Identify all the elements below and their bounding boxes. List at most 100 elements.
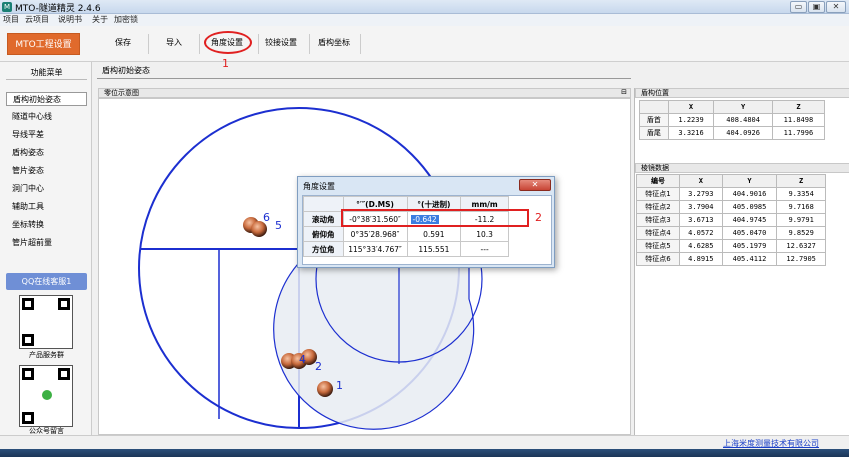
point-label-2: 2	[315, 360, 322, 373]
minimize-button[interactable]: ▭	[790, 1, 807, 13]
table-cell[interactable]: 3.2793	[678, 187, 723, 201]
table-cell[interactable]: 4.0572	[678, 226, 723, 240]
table-cell[interactable]: 3.7904	[678, 200, 723, 214]
menu-cloud-project[interactable]: 云项目	[25, 14, 49, 26]
table-cell[interactable]: 4.6285	[678, 239, 723, 253]
azimuth-dms-cell[interactable]: 115°33′4.767″	[342, 241, 408, 257]
sidebar-item-segment-advance[interactable]: 管片超前量	[6, 236, 87, 250]
shield-body	[273, 248, 475, 430]
table-cell[interactable]: 9.9791	[776, 213, 826, 227]
table-header-row: 编号 X Y Z	[636, 174, 826, 188]
table-row: 特征点5 4.6285 405.1979 12.6327	[636, 239, 826, 253]
wechat-icon	[42, 390, 52, 400]
point-label-4: 4	[299, 353, 306, 366]
maximize-button[interactable]: ▣	[808, 1, 825, 13]
table-cell[interactable]: 12.7905	[776, 252, 826, 266]
menu-manual[interactable]: 说明书	[58, 14, 82, 26]
qr-finder	[22, 334, 34, 346]
row-header: 特征点3	[636, 213, 680, 227]
menu-bar: 项目 云项目 说明书 关于 加密锁	[0, 14, 849, 26]
column-header	[303, 196, 344, 212]
app-icon: M	[2, 2, 12, 12]
menu-about[interactable]: 关于	[92, 14, 108, 26]
shield-position-table: X Y Z 盾首 1.2239 408.4804 11.8498 盾尾 3.32…	[639, 100, 826, 140]
sidebar-item-centerline[interactable]: 隧道中心线	[6, 110, 87, 124]
row-header: 特征点5	[636, 239, 680, 253]
collapse-icon[interactable]: ⊟	[621, 88, 627, 96]
table-cell[interactable]: 11.8498	[771, 113, 826, 127]
qr-label-service-group: 产品服务群	[29, 351, 64, 359]
annotation-ellipse	[204, 31, 252, 54]
qr-finder	[58, 298, 70, 310]
table-row: 特征点4 4.0572 405.0470 9.8529	[636, 226, 826, 240]
table-cell[interactable]: 405.0985	[721, 200, 778, 214]
toolbar-separator	[360, 34, 361, 54]
point-label-6: 6	[263, 211, 270, 224]
diagram-title: 零位示意图	[104, 89, 139, 97]
column-header: Z	[776, 174, 826, 188]
shield-coords-button[interactable]: 盾构坐标	[318, 37, 350, 49]
toolbar-separator	[309, 34, 310, 54]
table-cell[interactable]: 11.7996	[771, 126, 826, 140]
sidebar-item-coord-transform[interactable]: 坐标转换	[6, 218, 87, 232]
table-cell[interactable]: 405.4112	[721, 252, 778, 266]
hinge-settings-button[interactable]: 铰接设置	[265, 37, 297, 49]
table-cell[interactable]: 1.2239	[667, 113, 715, 127]
qq-support-button[interactable]: QQ在线客服1	[6, 273, 87, 290]
sidebar-header: 功能菜单	[6, 66, 87, 80]
sidebar-item-traverse-adjust[interactable]: 导线平差	[6, 128, 87, 142]
table-cell[interactable]: 3.6713	[678, 213, 723, 227]
prism-point-1[interactable]	[317, 381, 333, 397]
row-header: 盾尾	[639, 126, 669, 140]
table-cell[interactable]: 12.6327	[776, 239, 826, 253]
sidebar-item-tools[interactable]: 辅助工具	[6, 200, 87, 214]
table-cell[interactable]: 9.7168	[776, 200, 826, 214]
pitch-dms-cell[interactable]: 0°35′28.968″	[342, 226, 408, 242]
right-panel: 盾构位置 X Y Z 盾首 1.2239 408.4804 11.8498 盾尾…	[634, 88, 849, 435]
company-link[interactable]: 上海米度测量技术有限公司	[723, 438, 819, 449]
sidebar-item-initial-attitude[interactable]: 盾构初始姿态	[6, 92, 87, 106]
status-bar: 上海米度测量技术有限公司	[0, 435, 849, 449]
row-header: 俯仰角	[303, 226, 344, 242]
close-button[interactable]: ✕	[826, 1, 846, 13]
table-cell[interactable]: 4.8915	[678, 252, 723, 266]
table-cell[interactable]: 408.4804	[713, 113, 773, 127]
azimuth-mm-cell[interactable]: ---	[460, 241, 509, 257]
table-cell[interactable]: 405.0470	[721, 226, 778, 240]
prism-data-title: 棱镜数据	[641, 164, 669, 172]
dialog-close-button[interactable]: ✕	[519, 179, 551, 191]
table-row-pitch: 俯仰角 0°35′28.968″ 0.591 10.3	[303, 226, 509, 242]
dialog-body: °′″(D.MS) °(十进制) mm/m 滚动角 -0°38′31.560″ …	[302, 195, 552, 265]
tab-initial-attitude[interactable]: 盾构初始姿态	[102, 65, 150, 77]
tab-mto-settings[interactable]: MTO工程设置	[7, 33, 80, 55]
qr-finder	[22, 412, 34, 424]
table-cell[interactable]: 3.3216	[667, 126, 715, 140]
column-header: X	[678, 174, 723, 188]
column-header	[639, 100, 669, 114]
import-button[interactable]: 导入	[166, 37, 182, 49]
table-cell[interactable]: 405.1979	[721, 239, 778, 253]
pitch-mm-cell[interactable]: 10.3	[460, 226, 509, 242]
pitch-decimal-cell[interactable]: 0.591	[406, 226, 462, 242]
menu-project[interactable]: 项目	[3, 14, 19, 26]
shield-position-title-bar: 盾构位置	[635, 88, 849, 98]
table-row-azimuth: 方位角 115°33′4.767″ 115.551 ---	[303, 241, 509, 257]
table-cell[interactable]: 404.9016	[721, 187, 778, 201]
toolbar-separator	[148, 34, 149, 54]
save-button[interactable]: 保存	[115, 37, 131, 49]
qr-code-official-account	[19, 365, 73, 427]
sidebar-item-segment-attitude[interactable]: 管片姿态	[6, 164, 87, 178]
qr-finder	[22, 298, 34, 310]
menu-dongle[interactable]: 加密锁	[114, 14, 138, 26]
sidebar-item-portal-center[interactable]: 洞门中心	[6, 182, 87, 196]
table-cell[interactable]: 404.9745	[721, 213, 778, 227]
azimuth-decimal-cell[interactable]: 115.551	[406, 241, 462, 257]
table-cell[interactable]: 9.3354	[776, 187, 826, 201]
title-bar: M MTO-隧道精灵 2.4.6 ▭ ▣ ✕	[0, 0, 849, 14]
row-header: 方位角	[303, 241, 344, 257]
table-cell[interactable]: 9.8529	[776, 226, 826, 240]
table-cell[interactable]: 404.0926	[713, 126, 773, 140]
column-header: Y	[713, 100, 773, 114]
sidebar-item-shield-attitude[interactable]: 盾构姿态	[6, 146, 87, 160]
table-row: 特征点1 3.2793 404.9016 9.3354	[636, 187, 826, 201]
